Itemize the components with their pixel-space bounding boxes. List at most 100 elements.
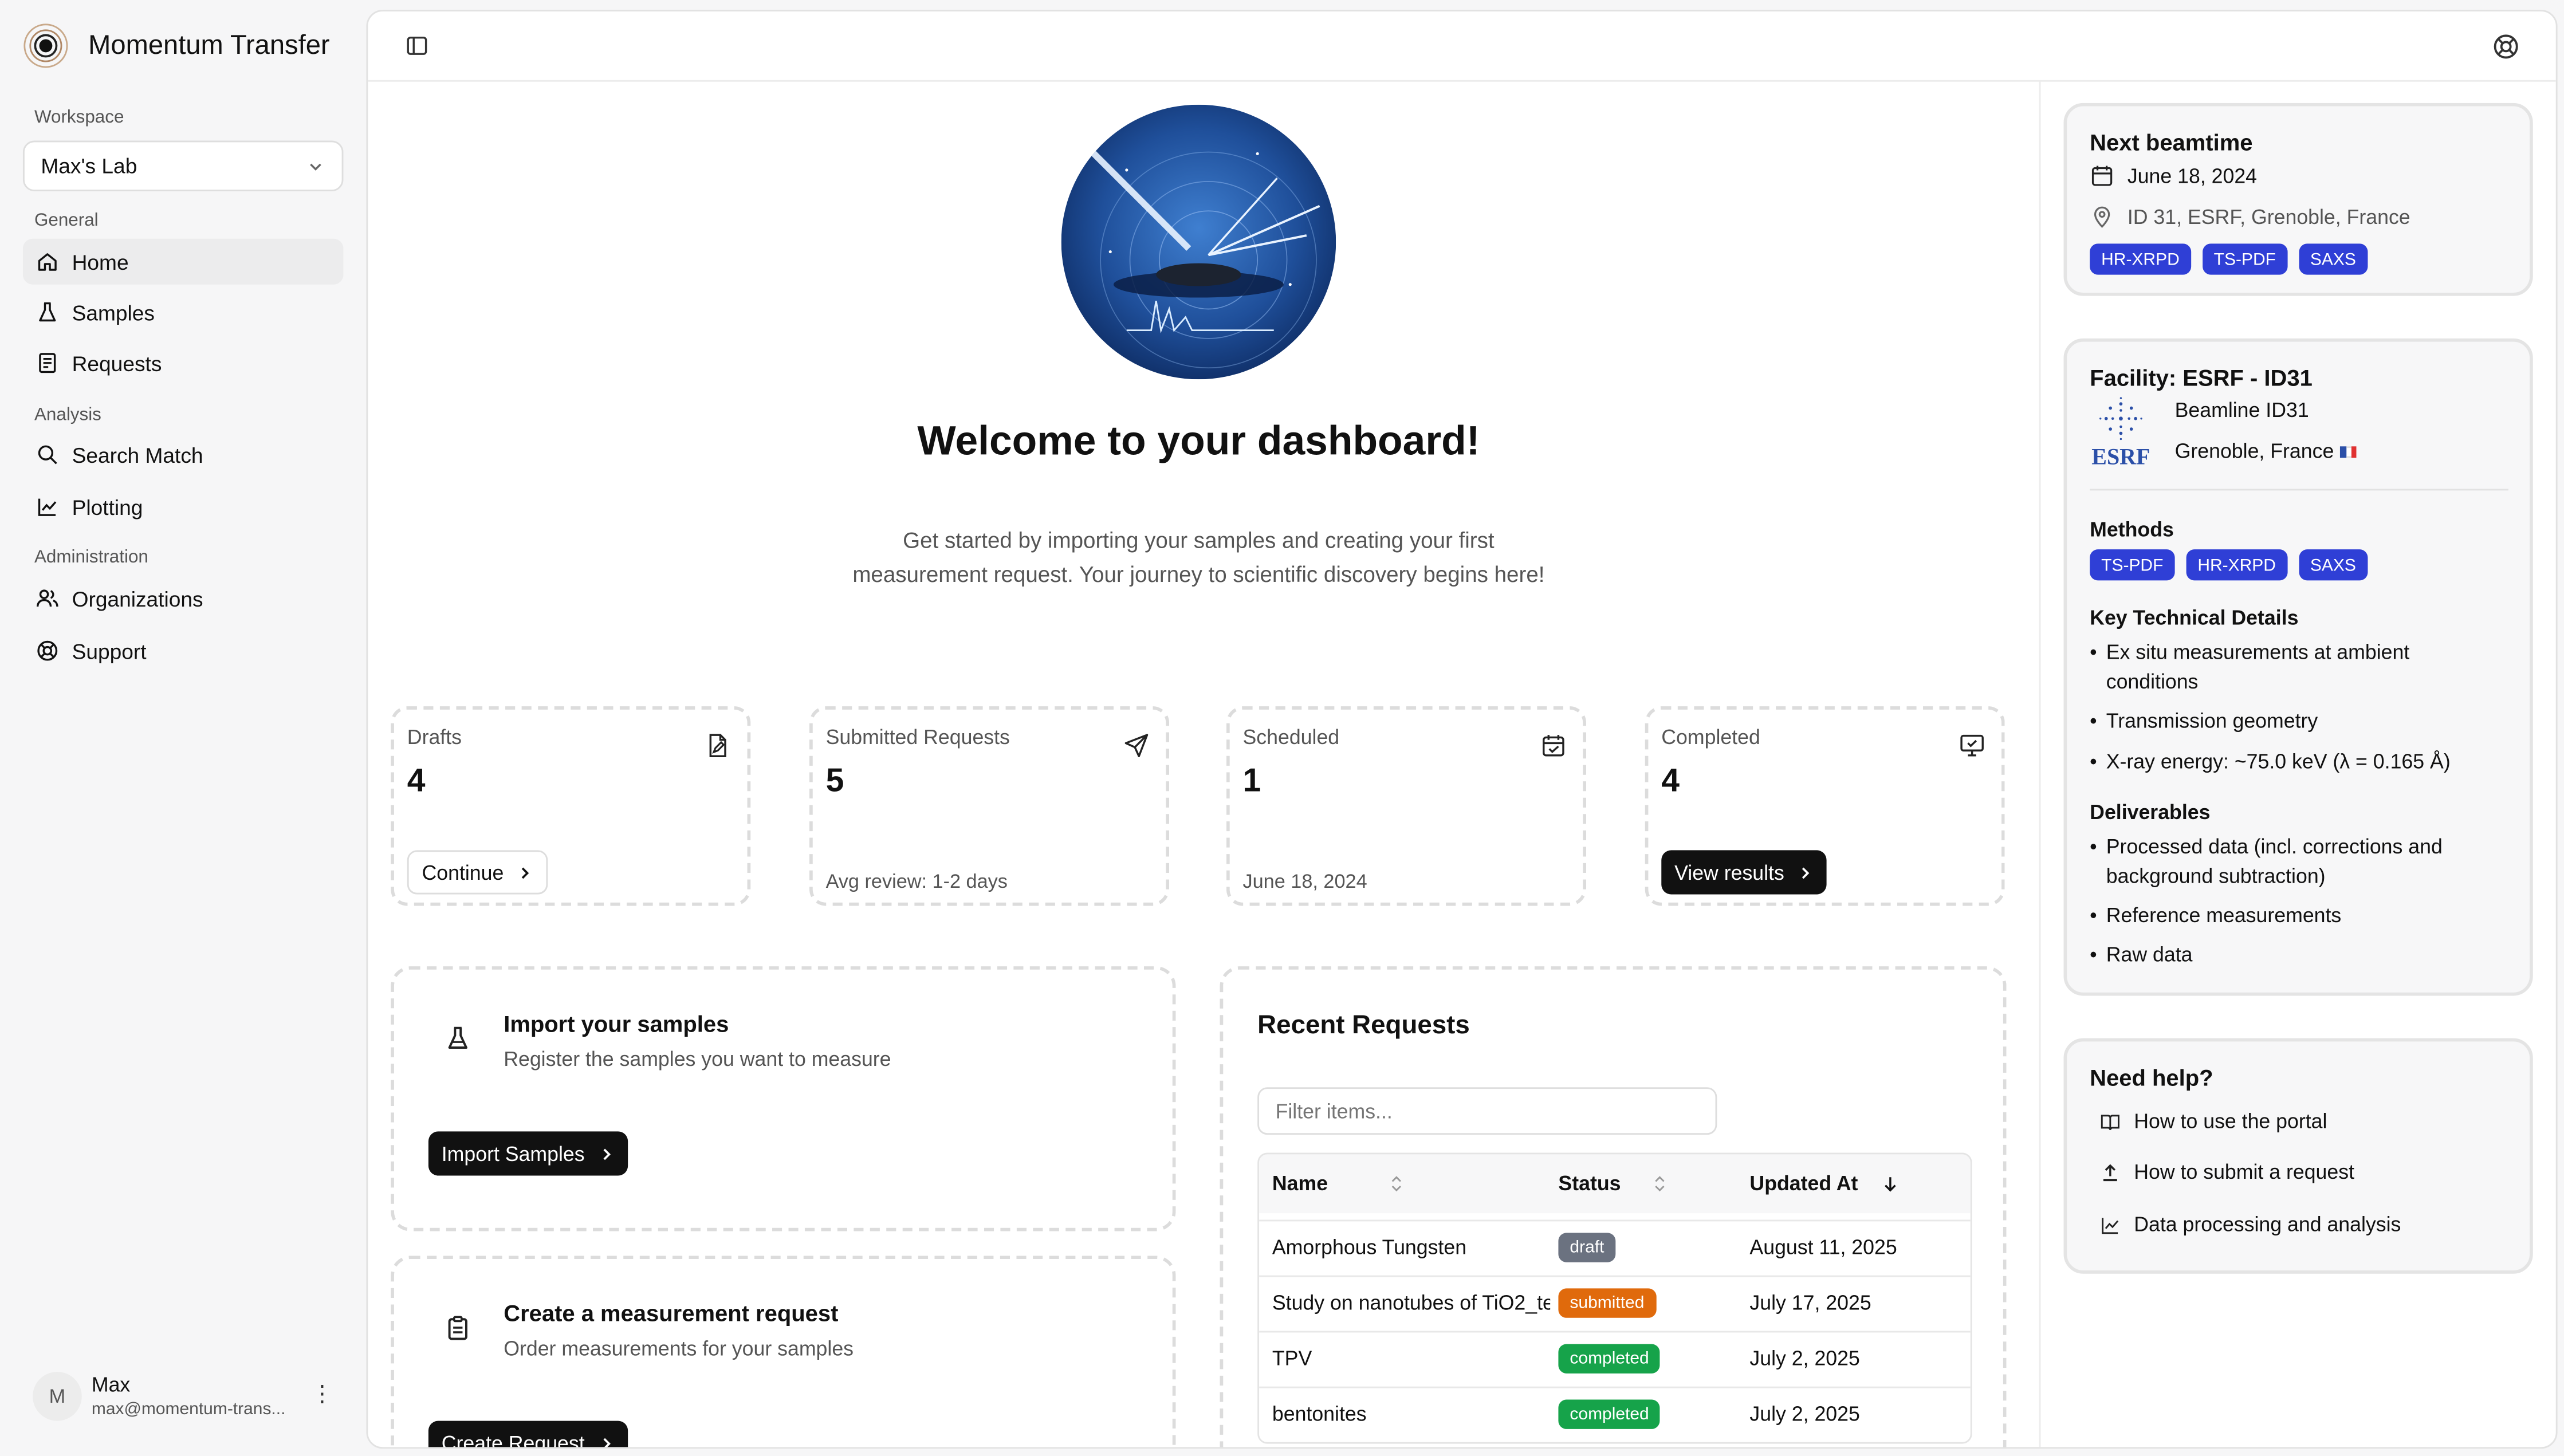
- import-samples-button[interactable]: Import Samples: [428, 1131, 627, 1176]
- users-icon: [36, 589, 58, 607]
- stat-card-completed: Completed 4 View results: [1645, 706, 2005, 906]
- column-label: Status: [1558, 1172, 1621, 1195]
- location-text: ID 31, ESRF, Grenoble, France: [2127, 205, 2410, 229]
- deliverables-label: Deliverables: [2090, 801, 2211, 824]
- card-subtitle: Register the samples you want to measure: [504, 1048, 891, 1071]
- sidebar-item-home[interactable]: Home: [22, 238, 344, 285]
- recent-requests-title: Recent Requests: [1257, 1012, 1470, 1040]
- table-row[interactable]: Amorphous Tungsten draft August 11, 2025: [1259, 1219, 1971, 1276]
- status-badge: completed: [1558, 1344, 1661, 1374]
- next-beamtime-card: Next beamtime June 18, 2024 ID 31, ESRF,…: [2063, 103, 2533, 296]
- city-text: Grenoble, France: [2174, 439, 2334, 463]
- column-header-updated[interactable]: Updated At: [1749, 1172, 1900, 1195]
- sidebar: Momentum Transfer Workspace Max's Lab Ge…: [0, 0, 366, 1454]
- line-chart-icon: [38, 498, 57, 516]
- import-samples-card: Import your samples Register the samples…: [391, 966, 1176, 1231]
- status-badge: completed: [1558, 1399, 1661, 1429]
- help-link-portal[interactable]: How to use the portal: [2099, 1110, 2327, 1133]
- beamtime-date: June 18, 2024: [2090, 163, 2257, 188]
- stat-value: 4: [407, 764, 426, 800]
- sidebar-item-samples[interactable]: Samples: [23, 289, 344, 335]
- key-detail-item: Transmission geometry: [2090, 706, 2499, 735]
- stat-label: Completed: [1661, 726, 1760, 749]
- user-name: Max: [91, 1373, 131, 1396]
- search-icon: [38, 445, 57, 465]
- sidebar-item-search-match[interactable]: Search Match: [23, 432, 344, 478]
- stat-label: Drafts: [407, 726, 462, 749]
- lifebuoy-icon: [37, 640, 58, 661]
- user-menu[interactable]: M Max max@momentum-trans... ⋮: [33, 1360, 350, 1433]
- methods-chips: TS-PDF HR-XRPD SAXS: [2090, 549, 2368, 581]
- momentum-logo-icon: [23, 23, 68, 68]
- key-detail-item: X-ray energy: ~75.0 keV (λ = 0.165 Å): [2090, 747, 2499, 777]
- sidebar-item-plotting[interactable]: Plotting: [23, 484, 344, 530]
- intro-line-1: Get started by importing your samples an…: [903, 528, 1495, 553]
- help-card: Need help? How to use the portal How to …: [2063, 1038, 2533, 1274]
- chevron-right-icon: [603, 1437, 610, 1447]
- table-row[interactable]: bentonites completed July 2, 2025: [1259, 1386, 1971, 1442]
- sidebar-item-organizations[interactable]: Organizations: [23, 576, 344, 621]
- column-header-status[interactable]: Status: [1558, 1172, 1670, 1195]
- home-icon: [38, 253, 57, 271]
- chevron-right-icon: [603, 1148, 610, 1159]
- stat-label: Scheduled: [1242, 726, 1340, 749]
- card-title: Create a measurement request: [504, 1300, 839, 1327]
- chevron-down-icon: [310, 163, 321, 170]
- avatar: M: [33, 1372, 82, 1421]
- sidebar-toggle-icon[interactable]: [400, 29, 433, 62]
- stat-value: 4: [1661, 764, 1680, 800]
- flask-icon: [448, 1026, 467, 1049]
- help-title: Need help?: [2090, 1064, 2213, 1091]
- help-link-submit[interactable]: How to submit a request: [2099, 1161, 2354, 1184]
- table-row[interactable]: Study on nanotubes of TiO2_te submitted …: [1259, 1275, 1971, 1331]
- sort-icon: [1391, 1176, 1402, 1192]
- sort-icon: [1655, 1176, 1665, 1192]
- view-results-button[interactable]: View results: [1661, 850, 1827, 895]
- recent-requests-card: Recent Requests Name Status Updated At: [1220, 966, 2007, 1447]
- user-email: max@momentum-trans...: [91, 1399, 286, 1419]
- help-link-label: Data processing and analysis: [2134, 1213, 2401, 1237]
- beamtime-tags: HR-XRPD TS-PDF SAXS: [2090, 243, 2368, 275]
- help-link-analysis[interactable]: Data processing and analysis: [2099, 1213, 2401, 1236]
- table-row[interactable]: TPV completed July 2, 2025: [1259, 1331, 1971, 1387]
- intro-text: Get started by importing your samples an…: [790, 523, 1607, 592]
- button-label: Import Samples: [441, 1142, 585, 1165]
- create-request-button[interactable]: Create Request: [428, 1420, 627, 1447]
- page-title: Welcome to your dashboard!: [917, 418, 1480, 465]
- sidebar-item-requests[interactable]: Requests: [23, 340, 344, 386]
- create-request-card: Create a measurement request Order measu…: [391, 1256, 1176, 1447]
- workspace-select[interactable]: Max's Lab: [22, 140, 344, 191]
- more-vertical-icon[interactable]: ⋮: [310, 1380, 333, 1408]
- beamline-text: Beamline ID31: [2174, 399, 2309, 422]
- help-lifebuoy-icon[interactable]: [2489, 29, 2522, 62]
- request-name: TPV: [1272, 1347, 1312, 1371]
- sidebar-item-label: Home: [72, 249, 129, 274]
- sidebar-item-support[interactable]: Support: [23, 628, 344, 674]
- stat-card-scheduled: Scheduled 1 June 18, 2024: [1226, 706, 1586, 906]
- updated-at: July 2, 2025: [1749, 1403, 1860, 1426]
- workspace-label: Workspace: [34, 108, 124, 128]
- upload-icon: [2103, 1163, 2117, 1180]
- stat-value: 5: [825, 764, 844, 800]
- divider: [2090, 489, 2508, 491]
- updated-at: July 17, 2025: [1749, 1292, 1871, 1315]
- help-link-label: How to use the portal: [2134, 1110, 2327, 1134]
- esrf-logo-text: ESRF: [2091, 446, 2150, 471]
- deliverable-item: Raw data: [2090, 940, 2499, 969]
- brand[interactable]: Momentum Transfer: [23, 23, 330, 69]
- next-beamtime-title: Next beamtime: [2090, 129, 2253, 156]
- topbar: [368, 11, 2556, 82]
- column-header-name[interactable]: Name: [1272, 1172, 1406, 1195]
- facility-title: Facility: ESRF - ID31: [2090, 364, 2313, 391]
- facility-city: Grenoble, France: [2175, 440, 2357, 463]
- sidebar-item-label: Requests: [72, 351, 162, 376]
- card-title: Import your samples: [504, 1010, 729, 1037]
- request-name: Study on nanotubes of TiO2_te: [1272, 1292, 1551, 1315]
- stat-footnote: Avg review: 1-2 days: [825, 869, 1008, 893]
- continue-button[interactable]: Continue: [407, 850, 548, 895]
- sidebar-item-label: Search Match: [72, 442, 203, 467]
- header-spacer: [1259, 1213, 1971, 1219]
- updated-at: July 2, 2025: [1749, 1347, 1860, 1371]
- filter-input[interactable]: [1257, 1087, 1717, 1135]
- beamtime-location: ID 31, ESRF, Grenoble, France: [2090, 204, 2410, 229]
